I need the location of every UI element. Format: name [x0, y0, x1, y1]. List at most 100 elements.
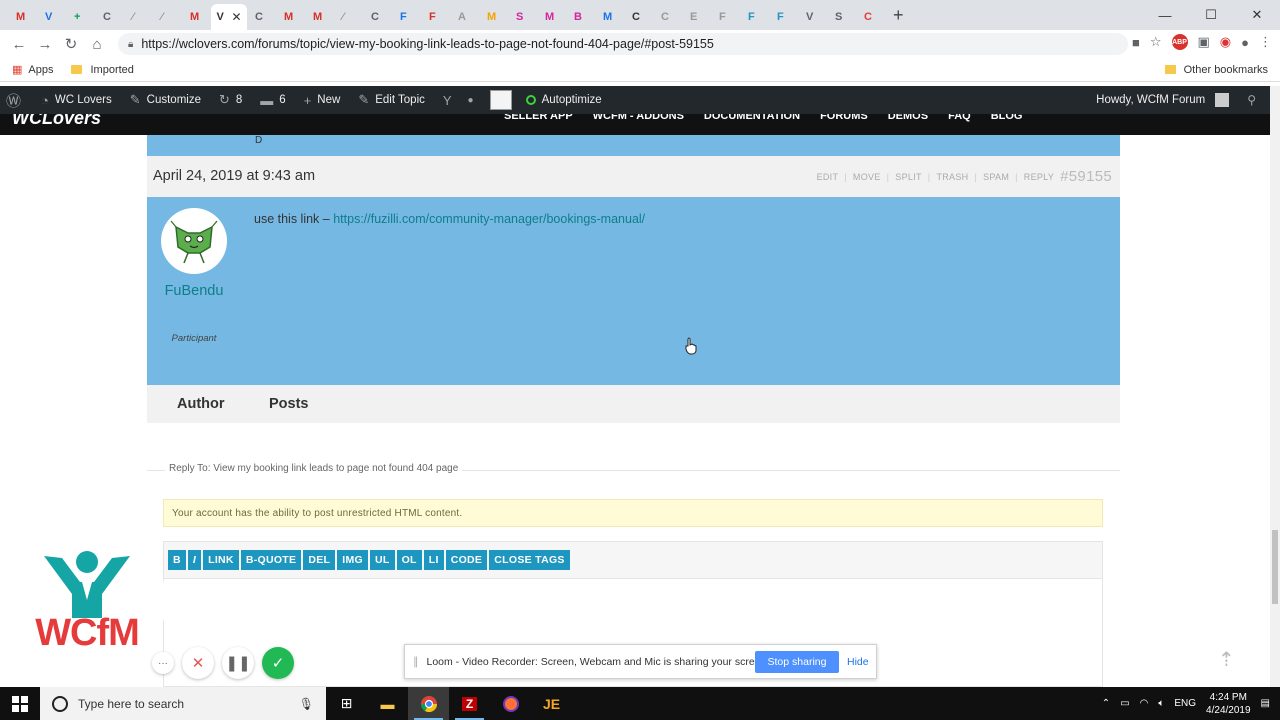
extension-icon[interactable]: ▣ [1198, 34, 1210, 50]
reload-icon[interactable]: ↻ [58, 35, 84, 53]
admin-new[interactable]: + New [304, 93, 341, 108]
file-explorer-icon[interactable]: ▬ [367, 687, 408, 720]
filezilla-icon[interactable]: Z [449, 687, 490, 720]
bookmark-apps[interactable]: ▦ Apps [12, 63, 53, 77]
profile-avatar-icon[interactable]: ● [1241, 35, 1249, 50]
language-indicator[interactable]: ENG [1174, 698, 1196, 709]
finish-recording-icon[interactable]: ✓ [262, 647, 294, 679]
forward-icon[interactable]: → [32, 36, 58, 53]
pause-icon[interactable]: ❚❚ [222, 647, 254, 679]
browser-tab[interactable]: + [66, 4, 95, 30]
browser-tab[interactable]: ⁄ [153, 4, 182, 30]
star-icon[interactable]: ☆ [1150, 34, 1162, 50]
bookmark-imported[interactable]: Imported [71, 64, 134, 76]
taskbar-clock[interactable]: 4:24 PM 4/24/2019 [1206, 691, 1251, 717]
back-icon[interactable]: ← [6, 36, 32, 53]
admin-updates[interactable]: ↻ 8 [219, 92, 242, 108]
browser-tab[interactable]: M [537, 4, 566, 30]
author-name[interactable]: FuBendu [147, 283, 241, 299]
wifi-icon[interactable]: ◠ [1140, 698, 1149, 709]
browser-tab[interactable]: V ✕ [211, 4, 247, 30]
adblock-icon[interactable]: ABP [1171, 34, 1188, 50]
browser-tab[interactable]: C [363, 4, 392, 30]
browser-tab[interactable]: C [95, 4, 124, 30]
browser-tab[interactable]: M [595, 4, 624, 30]
browser-tab[interactable]: V [37, 4, 66, 30]
yoast-icon[interactable]: Y [443, 93, 458, 108]
quicktag-del-button[interactable]: DEL [303, 550, 336, 570]
task-view-icon[interactable]: ⊞ [326, 687, 367, 720]
wp-logo-icon[interactable]: Ⓦ [6, 90, 27, 111]
search-icon[interactable]: ⚲ [1247, 93, 1256, 107]
quicktag-ul-button[interactable]: UL [369, 550, 395, 570]
maximize-icon[interactable]: ☐ [1188, 0, 1234, 30]
quicktag-li-button[interactable]: LI [423, 550, 444, 570]
browser-tab[interactable]: A [450, 4, 479, 30]
reply-link[interactable]: https://fuzilli.com/community-manager/bo… [333, 212, 645, 226]
reply-action-spam[interactable]: SPAM [983, 172, 1009, 182]
author-avatar[interactable] [161, 208, 227, 274]
reply-action-reply[interactable]: REPLY [1024, 172, 1054, 182]
home-icon[interactable]: ⌂ [84, 36, 110, 53]
admin-edit-topic[interactable]: ✎ Edit Topic [358, 92, 425, 108]
chrome-icon[interactable] [408, 687, 449, 720]
extension-icon[interactable]: ◉ [1220, 34, 1231, 50]
browser-tab[interactable]: V [798, 4, 827, 30]
browser-tab[interactable]: S [827, 4, 856, 30]
quicktag-code-button[interactable]: CODE [445, 550, 488, 570]
browser-tab[interactable]: M [479, 4, 508, 30]
scrollbar-thumb[interactable] [1272, 530, 1278, 604]
scroll-to-top-icon[interactable]: ⇡ [1218, 647, 1235, 672]
taskbar-search[interactable]: Type here to search 🎙︎ [40, 687, 326, 720]
browser-tab[interactable]: F [392, 4, 421, 30]
quicktag-b-quote-button[interactable]: B-QUOTE [240, 550, 302, 570]
browser-tab[interactable]: C [624, 4, 653, 30]
quicktag-link-button[interactable]: LINK [203, 550, 239, 570]
admin-account[interactable]: Howdy, WCfM Forum ⚲ [1096, 93, 1256, 107]
cancel-recording-icon[interactable]: ✕ [182, 647, 214, 679]
minimize-icon[interactable]: — [1142, 0, 1188, 30]
tray-overflow-icon[interactable]: ⌃ [1102, 698, 1110, 709]
browser-tab[interactable]: C [247, 4, 276, 30]
close-icon[interactable]: ✕ [1234, 0, 1280, 30]
browser-tab[interactable]: F [421, 4, 450, 30]
quicktag-ol-button[interactable]: OL [396, 550, 422, 570]
microphone-icon[interactable]: 🎙︎ [299, 697, 314, 711]
quicktag-b-button[interactable]: B [168, 550, 186, 570]
reply-action-trash[interactable]: TRASH [936, 172, 968, 182]
site-nav-item[interactable]: FAQ [948, 114, 971, 122]
admin-autoptimize[interactable]: Autoptimize [525, 94, 602, 106]
jetbrains-icon[interactable]: JE [531, 687, 572, 720]
admin-customize[interactable]: ✎ Customize [130, 92, 201, 108]
close-tab-icon[interactable]: ✕ [231, 10, 241, 24]
browser-tab[interactable]: B [566, 4, 595, 30]
reply-action-move[interactable]: MOVE [853, 172, 881, 182]
menu-icon[interactable]: ⋮ [1259, 34, 1272, 50]
browser-tab[interactable]: E [682, 4, 711, 30]
browser-tab[interactable]: F [740, 4, 769, 30]
quicktag-close-tags-button[interactable]: CLOSE TAGS [489, 550, 570, 570]
site-nav-item[interactable]: FORUMS [820, 114, 868, 122]
browser-tab[interactable]: S [508, 4, 537, 30]
notifications-icon[interactable]: ▤ [1261, 698, 1270, 709]
browser-tab[interactable]: M [8, 4, 37, 30]
bookmark-other[interactable]: Other bookmarks [1164, 64, 1268, 76]
reply-permalink[interactable]: #59155 [1060, 168, 1112, 185]
admin-comments[interactable]: ▬ 6 [260, 93, 285, 108]
browser-tab[interactable]: M [276, 4, 305, 30]
site-nav-item[interactable]: SELLER APP [504, 114, 573, 122]
browser-tab[interactable]: M [305, 4, 334, 30]
site-nav-item[interactable]: DOCUMENTATION [704, 114, 800, 122]
reply-action-split[interactable]: SPLIT [895, 172, 922, 182]
site-logo[interactable]: WCLovers [12, 114, 101, 129]
browser-tab[interactable]: ⁄ [124, 4, 153, 30]
quicktag-i-button[interactable]: I [187, 550, 202, 570]
hide-button[interactable]: Hide [847, 656, 869, 668]
browser-tab[interactable]: C [856, 4, 885, 30]
browser-tab[interactable]: ⁄ [334, 4, 363, 30]
quicktag-img-button[interactable]: IMG [337, 550, 368, 570]
site-nav-item[interactable]: WCFM - ADDONS [593, 114, 684, 122]
browser-tab[interactable]: F [711, 4, 740, 30]
browser-tab[interactable]: F [769, 4, 798, 30]
address-bar[interactable]: 🔒︎ https://wclovers.com/forums/topic/vie… [118, 33, 1128, 55]
